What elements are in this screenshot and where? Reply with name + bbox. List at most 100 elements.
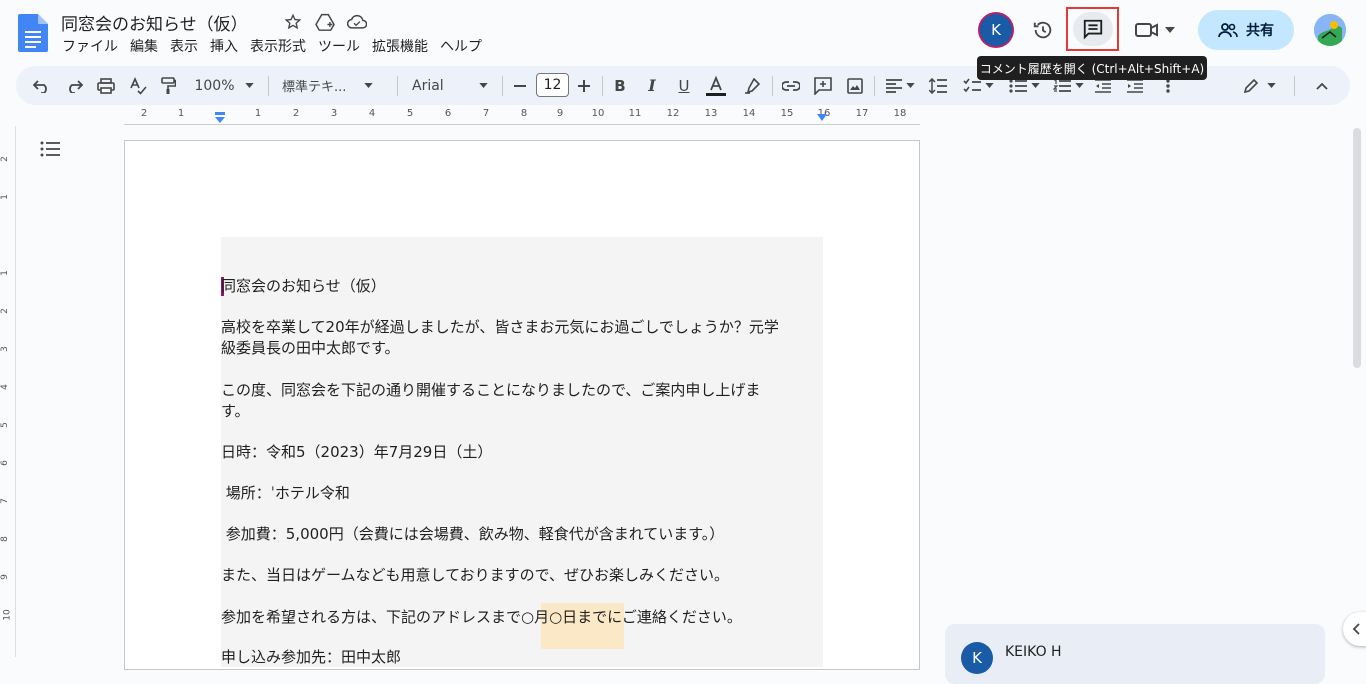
cloud-saved-icon[interactable] [346,11,368,33]
highlight-color-button[interactable] [740,66,764,105]
line-spacing-button[interactable] [926,66,950,105]
menu-help[interactable]: ヘルプ [434,38,488,56]
font-value: Arial [412,77,444,94]
meet-button[interactable] [1130,14,1180,46]
spellcheck-button[interactable] [126,66,150,105]
chevron-up-icon [1316,82,1328,90]
vruler-label: 7 [0,498,10,504]
doc-paragraph[interactable]: 場所：ˈホテル令和 [221,483,350,504]
doc-paragraph[interactable]: この度、同窓会を下記の通り開催することになりましたので、ご案内申し上げま [221,380,760,401]
redo-icon [69,79,83,93]
ruler-label: 4 [368,108,376,119]
vertical-ruler[interactable]: 2 1 1 2 3 4 5 6 7 8 9 10 [0,126,16,657]
right-indent-marker[interactable] [816,114,828,122]
left-indent-marker[interactable] [214,112,226,124]
ruler-label: 17 [855,108,869,119]
menu-format[interactable]: 表示形式 [244,38,312,56]
paragraph-style-select[interactable]: 標準テキ... [278,66,388,105]
align-left-icon [885,78,902,93]
italic-button[interactable]: I [642,66,662,105]
chevron-down-icon [1030,83,1040,88]
menu-extensions[interactable]: 拡張機能 [366,38,434,56]
ruler-label: 3 [330,108,338,119]
ruler-label: 18 [893,108,907,119]
increase-indent-icon [1127,78,1143,93]
zoom-select[interactable]: 100% [190,66,258,105]
video-camera-icon [1135,23,1158,37]
text-color-icon [706,75,726,96]
vruler-label: 10 [2,609,13,621]
ruler-label: 13 [704,108,718,119]
paragraph-style-value: 標準テキ... [282,80,347,95]
hide-menus-button[interactable] [1310,66,1334,105]
share-button[interactable]: 共有 [1198,10,1294,50]
underline-button[interactable]: U [674,66,694,105]
top-bar: 同窓会のお知らせ（仮） ファイル 編集 表示 挿入 表示形式 ツール 拡張機能 … [0,0,1366,64]
menu-bar: ファイル 編集 表示 挿入 表示形式 ツール 拡張機能 ヘルプ [56,38,488,56]
menu-file[interactable]: ファイル [56,38,124,56]
chevron-down-icon [984,83,994,88]
paint-format-button[interactable] [156,66,180,105]
toolbar-divider [502,76,503,96]
doc-paragraph[interactable]: 参加費：5,000円（会費には会場費、飲み物、軽食代が含まれています。） [221,524,725,545]
doc-paragraph[interactable]: 高校を卒業して20年が経過しましたが、皆さまお元気にお過ごしでしょうか？元学 [221,317,779,338]
bold-button[interactable]: B [610,66,630,105]
side-panel-toggle-button[interactable] [1343,612,1366,646]
star-icon[interactable] [282,11,304,33]
insert-image-button[interactable] [844,66,866,105]
font-size-input[interactable]: 12 [536,73,569,97]
vertical-scrollbar[interactable] [1353,128,1361,368]
comment-card[interactable]: K KEIKO H [945,624,1325,684]
version-history-button[interactable] [1026,13,1060,47]
menu-edit[interactable]: 編集 [124,38,164,56]
vruler-label: 4 [0,384,10,390]
ruler-label: 7 [482,108,490,119]
vruler-label: 5 [0,422,10,428]
ruler-label: 2 [140,108,148,119]
chevron-down-icon [364,83,374,88]
vruler-label: 2 [0,156,10,162]
toolbar-divider [397,76,398,96]
doc-paragraph[interactable]: 申し込み参加先：田中太郎 [221,647,401,668]
doc-paragraph[interactable]: 参加を希望される方は、下記のアドレスまで○月○日までにご連絡ください。 [221,607,742,628]
doc-paragraph[interactable]: す。 [221,401,250,422]
redo-button[interactable] [62,66,86,105]
decrease-font-size-button[interactable] [510,66,530,105]
editing-mode-select[interactable] [1236,66,1282,105]
chevron-down-icon [905,83,915,88]
text-color-button[interactable] [704,66,728,105]
doc-paragraph[interactable]: また、当日はゲームなども用意しておりますので、ぜひお楽しみください。 [221,565,729,586]
toolbar-divider [874,76,875,96]
document-title[interactable]: 同窓会のお知らせ（仮） [61,10,248,35]
account-avatar[interactable] [1314,14,1346,46]
doc-heading[interactable]: 同窓会のお知らせ（仮） [221,276,386,297]
add-comment-button[interactable] [812,66,834,105]
doc-paragraph[interactable]: 級委員長の田中太郎です。 [221,338,400,359]
insert-link-button[interactable] [780,66,802,105]
menu-insert[interactable]: 挿入 [204,38,244,56]
zoom-value: 100% [194,77,235,94]
ruler-label: 5 [406,108,414,119]
align-select[interactable] [882,66,918,105]
comment-history-button[interactable] [1066,7,1119,51]
document-outline-button[interactable] [40,140,62,160]
move-to-drive-icon[interactable] [314,11,336,33]
collaborator-avatar[interactable]: K [980,14,1012,46]
doc-paragraph[interactable]: 日時：令和5（2023）年7月29日（土） [221,442,492,463]
print-button[interactable] [94,66,118,105]
menu-tools[interactable]: ツール [312,38,366,56]
plus-icon [578,79,590,92]
ruler-label: 12 [666,108,680,119]
italic-icon: I [648,76,656,95]
docs-logo-icon[interactable] [18,14,48,52]
decrease-indent-icon [1095,78,1111,93]
vruler-label: 8 [0,536,10,542]
chevron-down-icon [1266,83,1276,88]
undo-button[interactable] [30,66,54,105]
font-select[interactable]: Arial [408,66,492,105]
more-vert-icon [1166,78,1170,93]
menu-view[interactable]: 表示 [164,38,204,56]
ruler-label: 15 [780,108,794,119]
horizontal-ruler[interactable]: 2 1 1 2 3 4 5 6 7 8 9 10 11 12 13 14 15 … [124,108,920,126]
increase-font-size-button[interactable] [574,66,594,105]
